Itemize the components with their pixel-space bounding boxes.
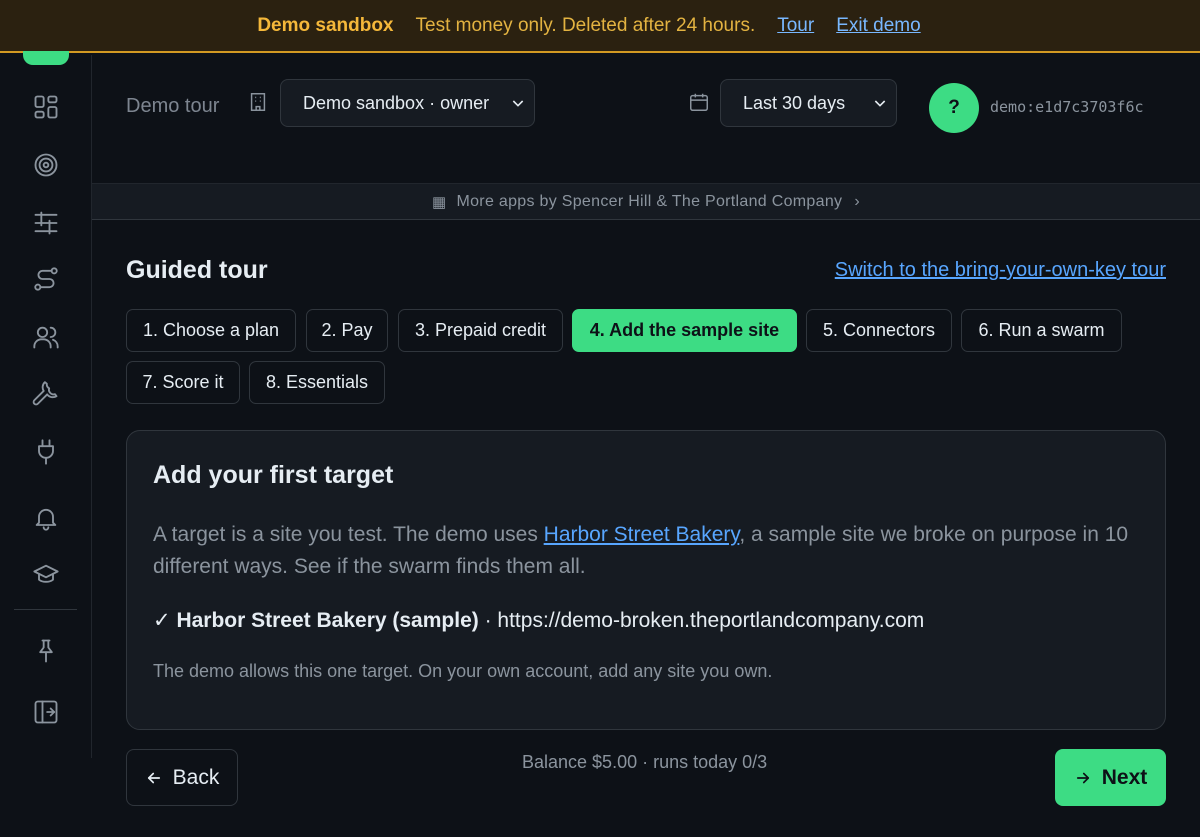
date-range-value: Last 30 days [743,92,846,113]
page-label: Demo tour [126,95,220,117]
chevron-down-icon [510,95,526,111]
app-logo[interactable] [23,51,69,65]
sidebar [0,51,92,758]
target-separator: · [478,609,498,632]
step-pay[interactable]: 2. Pay [306,309,388,352]
org-select-value: Demo sandbox · owner [303,92,490,113]
target-line: ✓ Harbor Street Bakery (sample) · https:… [153,608,924,633]
back-button[interactable]: Back [126,749,238,806]
arrow-left-icon [147,772,160,783]
step-prepaid-credit[interactable]: 3. Prepaid credit [398,309,563,352]
step-add-sample-site[interactable]: 4. Add the sample site [572,309,797,352]
target-icon[interactable] [30,149,62,181]
next-label: Next [1101,765,1148,789]
step-choose-plan[interactable]: 1. Choose a plan [126,309,296,352]
org-select[interactable]: Demo sandbox · owner [280,79,535,127]
demo-banner: Demo sandbox Test money only. Deleted af… [0,0,1200,53]
banner-message: Test money only. Deleted after 24 hours. [415,14,756,36]
date-range-select[interactable]: Last 30 days [720,79,897,127]
balance-status: Balance $5.00 · runs today 0/3 [522,752,768,772]
building-icon [247,91,271,115]
route-icon[interactable] [30,263,62,295]
byok-tour-link[interactable]: Switch to the bring-your-own-key tour [835,259,1166,282]
step-essentials[interactable]: 8. Essentials [249,361,385,404]
sign-out-icon[interactable] [30,696,62,728]
desc-before: A target is a site you test. The demo us… [153,523,544,546]
pin-icon[interactable] [30,635,62,667]
dashboard-icon[interactable] [30,91,62,123]
step-card: Add your first target A target is a site… [126,430,1166,730]
wrench-icon[interactable] [30,379,62,411]
chevron-right-icon: › [854,192,860,210]
sidebar-divider [14,609,77,610]
header: Demo tour Demo sandbox · owner Last 30 d… [92,55,1200,183]
card-note: The demo allows this one target. On your… [153,661,773,681]
target-name: Harbor Street Bakery (sample) [176,609,479,632]
check-icon: ✓ [153,609,171,632]
banner-title: Demo sandbox [257,14,394,36]
bell-icon[interactable] [30,502,62,534]
next-button[interactable]: Next [1055,749,1166,806]
banner-tour-link[interactable]: Tour [777,15,814,37]
grid-icon: ▦ [432,193,447,211]
more-apps-bar[interactable]: ▦ More apps by Spencer Hill & The Portla… [92,183,1200,220]
card-description: A target is a site you test. The demo us… [153,519,1143,583]
plug-icon[interactable] [30,436,62,468]
step-run-swarm[interactable]: 6. Run a swarm [961,309,1122,352]
harbor-street-bakery-link[interactable]: Harbor Street Bakery [544,523,740,546]
avatar[interactable]: ? [929,83,979,133]
chevron-down-icon [872,95,888,111]
users-icon[interactable] [30,321,62,353]
banner-exit-demo-link[interactable]: Exit demo [836,15,920,37]
tour-title: Guided tour [126,256,268,284]
step-score-it[interactable]: 7. Score it [126,361,240,404]
list-icon[interactable] [30,207,62,239]
card-title: Add your first target [153,461,394,489]
step-connectors[interactable]: 5. Connectors [806,309,952,352]
target-url: https://demo-broken.theportlandcompany.c… [497,609,925,632]
calendar-icon [688,91,712,115]
user-id: demo:e1d7c3703f6c [990,98,1144,116]
arrow-right-icon [1076,772,1089,783]
graduation-cap-icon[interactable] [30,559,62,591]
more-apps-text: More apps by Spencer Hill & The Portland… [456,192,843,210]
back-label: Back [172,765,220,789]
